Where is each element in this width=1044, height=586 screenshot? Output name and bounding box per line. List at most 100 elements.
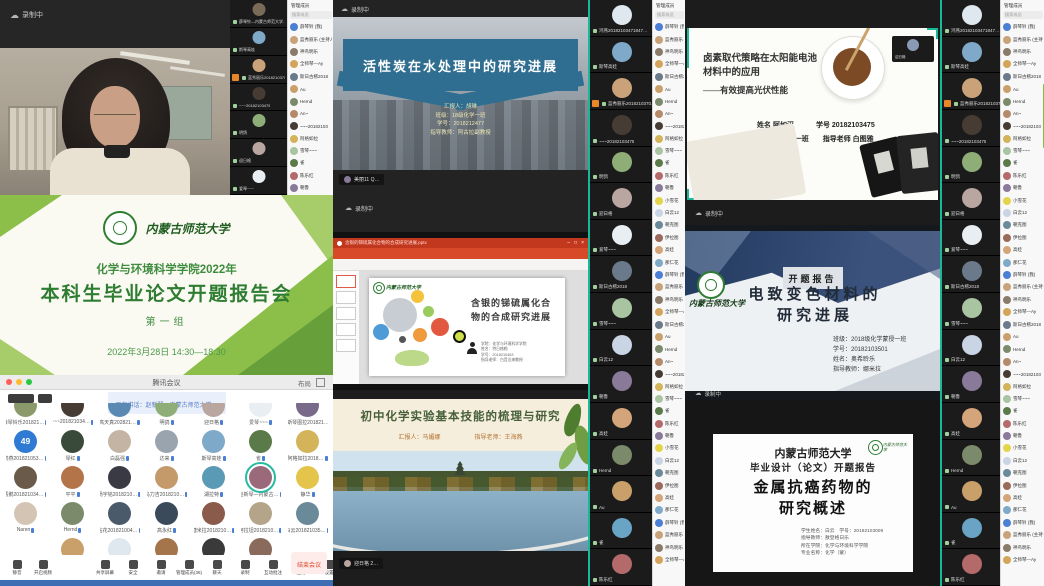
toolbar-button[interactable]: 开启视频 [32, 560, 54, 576]
member-list-item[interactable]: 朝鲁 [1001, 430, 1044, 442]
participant-video-tile[interactable]: 陈乐红 [942, 549, 1002, 586]
member-search-input[interactable]: 搜索成员 [290, 11, 332, 19]
member-list-item[interactable]: Hernd [1001, 343, 1044, 355]
maximize-button[interactable]: □ [574, 240, 577, 246]
participant-video-tile[interactable]: 斯日古楞2018 [590, 256, 654, 293]
gallery-participant[interactable]: 白磊强 [100, 430, 140, 462]
participant-video-tile[interactable]: ~~~20182103475 [590, 110, 654, 147]
gallery-participant[interactable]: 乌力吉2018210… [147, 466, 187, 498]
participant-video-tile[interactable]: 明鸽 [590, 147, 654, 184]
participant-video-tile[interactable]: 朝鲁 [590, 366, 654, 403]
participant-video-tile[interactable]: 雪琴~~~ [942, 293, 1002, 330]
member-list-item[interactable]: 蓝秀丽乐 (主持人) [653, 529, 686, 541]
member-list-item[interactable]: 朝鲁 [1001, 182, 1044, 194]
gallery-participant[interactable]: 特日格勒201821… [194, 538, 234, 555]
member-list-item[interactable]: 神鸟明乐 [653, 541, 686, 553]
participant-video-tile[interactable]: Hernd [590, 440, 654, 477]
participant-video-tile[interactable]: ~~~20182103475 [230, 84, 287, 112]
pip-video-overlay[interactable]: 迎日格 [892, 36, 934, 62]
gallery-participant[interactable]: 高天真202821… [100, 403, 140, 426]
member-list-item[interactable]: ~~~20182103 [1001, 120, 1044, 132]
gallery-participant[interactable]: 49鸿燕201821053… [6, 430, 46, 462]
member-list-item[interactable]: 全师琴—Ay [653, 306, 686, 318]
participant-video-tile[interactable]: 斯琴高娃 [942, 37, 1002, 74]
member-list-item[interactable]: 阿格如拉 [1001, 380, 1044, 392]
member-list-item[interactable]: 伊拉图 [653, 479, 686, 491]
gallery-participant[interactable]: 阿格如拉2018… [288, 430, 328, 462]
slide-thumbnail[interactable] [336, 339, 356, 352]
participant-video-tile[interactable]: Au [942, 476, 1002, 513]
participant-video-tile[interactable]: 迎日格 [230, 139, 287, 167]
member-list-item[interactable]: 全师琴—Ay [1001, 58, 1044, 70]
member-list-item[interactable]: 全师琴—Ay [288, 58, 334, 70]
member-list-item[interactable]: 蓝秀丽乐 (主持人) [1001, 529, 1044, 541]
member-list-item[interactable]: 斯日古楞2018 [653, 318, 686, 330]
participant-video-tile[interactable]: Au [590, 476, 654, 513]
participant-video-tile[interactable]: 蓝秀丽乐2018210370… [590, 73, 654, 110]
gallery-participant[interactable]: 斯琴高娃 [194, 430, 234, 462]
member-list-item[interactable]: 陈乐红 [1001, 418, 1044, 430]
slide-thumbnail[interactable] [336, 291, 356, 304]
member-list-item[interactable]: 高娃 [1001, 492, 1044, 504]
member-list-item[interactable]: 薛琴铃 (我) [1001, 517, 1044, 529]
member-list-item[interactable]: 全师琴—Ay [1001, 554, 1044, 566]
gallery-participant[interactable]: 高永红 [147, 502, 187, 534]
gallery-participant[interactable]: 明鸽 [147, 403, 187, 426]
member-list-item[interactable]: 薛琴铃 (我) [1001, 269, 1044, 281]
toolbar-button[interactable]: 管理成员(36) [176, 560, 202, 576]
gallery-participant[interactable]: Hernd [53, 502, 93, 534]
member-list-item[interactable]: Au [1001, 83, 1044, 95]
member-list-item[interactable]: 蓝秀丽乐 (主持人) [653, 281, 686, 293]
member-list-item[interactable]: Hernd [653, 343, 686, 355]
member-list-item[interactable]: 小雪花 [653, 194, 686, 206]
member-list-item[interactable]: Au [1001, 331, 1044, 343]
member-list-item[interactable]: 朝克图 [1001, 467, 1044, 479]
toolbar-button[interactable]: 互动批注 [260, 560, 286, 576]
member-list-item[interactable]: An~ [1001, 108, 1044, 120]
member-list-item[interactable]: 高娃 [653, 492, 686, 504]
gallery-participant[interactable]: 迎日格 [194, 403, 234, 426]
member-list-item[interactable]: 神鸟明乐 [1001, 46, 1044, 58]
member-list-item[interactable]: 阿格如拉 [653, 133, 686, 145]
member-list-item[interactable]: 阿格如拉 [1001, 133, 1044, 145]
member-list-item[interactable]: 小雪花 [653, 442, 686, 454]
gallery-participant[interactable]: 汤宇铭2018210… [100, 466, 140, 498]
toolbar-button[interactable]: 邀请 [148, 560, 174, 576]
participant-video-tile[interactable]: 鸿燕20182103471847… [590, 0, 654, 37]
member-list-item[interactable]: 朝鲁 [653, 430, 686, 442]
gallery-participant[interactable]: 站花201821004… [100, 502, 140, 534]
participant-video-tile[interactable]: 高娃 [942, 403, 1002, 440]
member-list-item[interactable]: 蓝秀丽乐 (主持人) [653, 33, 686, 45]
participant-video-tile[interactable]: 爱琴~~~ [590, 220, 654, 257]
member-list-item[interactable]: Hernd [288, 95, 334, 107]
member-list-item[interactable]: 蓝秀丽乐 (主持人) [1001, 33, 1044, 45]
participant-video-tile[interactable]: 薛琴铃—内蒙古师范大学… [230, 0, 287, 28]
toolbar-button[interactable]: 安全 [120, 560, 146, 576]
member-list-item[interactable]: 雪琴~~~ [288, 145, 334, 157]
member-list-item[interactable]: 薛琴铃 (我) [653, 21, 686, 33]
gallery-participant[interactable]: 雀 [241, 430, 281, 462]
member-list-item[interactable]: Au [653, 331, 686, 343]
gallery-participant[interactable]: Au [53, 538, 93, 555]
member-list-item[interactable]: 陈乐红 [1001, 170, 1044, 182]
gallery-participant[interactable]: ~~~201821034… [53, 403, 93, 426]
gallery-participant[interactable]: 糖米拉2018210… [194, 502, 234, 534]
end-meeting-button[interactable]: 结束会议 [291, 552, 327, 574]
member-list-item[interactable]: 雪琴~~~ [1001, 393, 1044, 405]
member-list-item[interactable]: An~ [653, 356, 686, 368]
participant-video-tile[interactable]: 斯琴高娃 [590, 37, 654, 74]
member-list-item[interactable]: 陈乐红 [653, 170, 686, 182]
member-list-item[interactable]: An~ [288, 108, 334, 120]
participant-video-tile[interactable]: 爱琴~~~ [942, 220, 1002, 257]
member-list-item[interactable]: 雀 [653, 405, 686, 417]
member-list-item[interactable]: ~~~20182103 [653, 368, 686, 380]
member-list-item[interactable]: 朝鲁 [653, 182, 686, 194]
member-list-item[interactable]: 雪琴~~~ [653, 145, 686, 157]
member-list-item[interactable]: 那仁花 [653, 256, 686, 268]
member-list-item[interactable]: 斯日古楞2018 [1001, 71, 1044, 83]
member-list-item[interactable]: 蓝秀丽乐 (主持人) [288, 33, 334, 45]
member-list-item[interactable]: 薛琴铃 (我) [653, 517, 686, 529]
member-list-item[interactable]: 伊拉图 [1001, 479, 1044, 491]
member-list-item[interactable]: 斯日古楞2018 [653, 71, 686, 83]
member-list-item[interactable]: 陈乐红 [288, 170, 334, 182]
